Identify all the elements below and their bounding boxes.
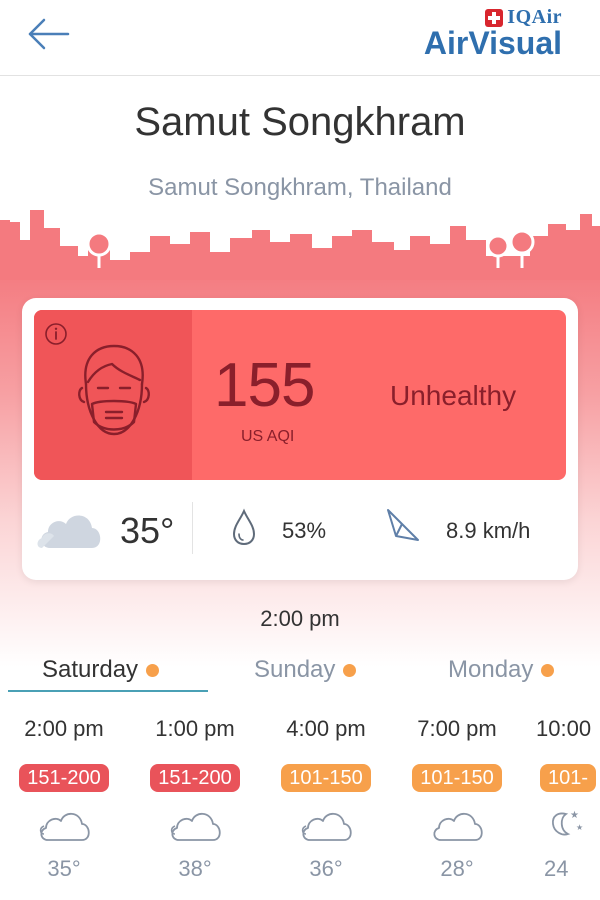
moon-stars-icon: ★ ★: [552, 810, 583, 836]
hour-time: 7:00 pm: [417, 716, 497, 741]
hour-time: 1:00 pm: [155, 716, 235, 741]
aqi-unit: US AQI: [241, 428, 295, 445]
status-dot: [146, 663, 160, 677]
app-header: IQAir AirVisual: [0, 0, 600, 76]
aqi-range-badge: 101-150: [281, 764, 371, 792]
tab-monday[interactable]: Monday: [448, 656, 555, 684]
status-dot: [541, 663, 555, 677]
divider: [192, 502, 193, 554]
cloud-icon: [301, 812, 352, 841]
arrow-left-icon: [28, 18, 70, 50]
hour-time: 10:00: [536, 716, 592, 741]
tab-label: Monday: [448, 656, 534, 683]
temperature-value: 35°: [120, 510, 175, 551]
cloud-icon: [170, 812, 221, 841]
wind-speed-value: 8.9 km/h: [446, 518, 531, 543]
day-tabs: Saturday Sunday Monday: [0, 650, 600, 694]
city-title: Samut Songkhram: [134, 100, 466, 144]
svg-text:★: ★: [570, 810, 579, 821]
hourly-item: 1:00 pm 151-200 38°: [132, 712, 258, 882]
current-time: 2:00 pm: [260, 606, 340, 631]
aqi-range-badge: 101-150: [412, 764, 502, 792]
svg-text:★: ★: [576, 823, 583, 832]
cloud-icon: [37, 515, 101, 548]
brand-bottom-text: AirVisual: [423, 25, 562, 61]
wind-direction-icon: [387, 509, 419, 541]
brand-logo: IQAir AirVisual: [424, 6, 562, 59]
hour-temperature: 24: [544, 856, 569, 881]
back-button[interactable]: [26, 14, 72, 54]
face-mask-icon: [78, 344, 150, 436]
hourly-item: 7:00 pm 101-150 28°: [394, 712, 520, 882]
humidity-value: 53%: [282, 518, 327, 543]
tab-sunday[interactable]: Sunday: [254, 656, 357, 684]
hour-time: 2:00 pm: [24, 716, 104, 741]
info-icon[interactable]: [44, 322, 68, 346]
water-drop-icon: [232, 508, 256, 546]
active-tab-indicator: [8, 690, 208, 692]
aqi-range-badge: 151-200: [150, 764, 240, 792]
status-dot: [343, 663, 357, 677]
hourly-forecast[interactable]: 2:00 pm 151-200 35° 1:00 pm 151-200 38° …: [0, 712, 600, 900]
region-subtitle: Samut Songkhram, Thailand: [148, 174, 452, 201]
aqi-panel[interactable]: 155 US AQI Unhealthy: [34, 310, 566, 480]
swiss-flag-icon: [485, 8, 504, 27]
hour-temperature: 35°: [47, 856, 81, 881]
cloud-icon: [39, 812, 90, 841]
hour-temperature: 28°: [440, 856, 474, 881]
skyline-illustration: [0, 210, 600, 280]
aqi-range-badge: 101-: [540, 764, 597, 792]
hourly-item: 2:00 pm 151-200 35°: [1, 712, 127, 882]
hourly-item: 10:00 101- ★ ★ 24: [524, 712, 600, 882]
aqi-value: 155: [214, 351, 315, 420]
aqi-card: 155 US AQI Unhealthy 35° 53% 8.9 km/h: [22, 298, 578, 580]
aqi-range-badge: 151-200: [19, 764, 109, 792]
hour-temperature: 36°: [309, 856, 343, 881]
tab-label: Sunday: [254, 656, 336, 683]
hour-time: 4:00 pm: [286, 716, 366, 741]
tab-label: Saturday: [42, 656, 139, 683]
hourly-item: 4:00 pm 101-150 36°: [263, 712, 389, 882]
weather-row: 35° 53% 8.9 km/h: [22, 494, 578, 566]
cloud-icon: [433, 812, 483, 841]
tab-saturday[interactable]: Saturday: [42, 656, 160, 684]
aqi-status: Unhealthy: [390, 380, 517, 411]
hour-temperature: 38°: [178, 856, 212, 881]
